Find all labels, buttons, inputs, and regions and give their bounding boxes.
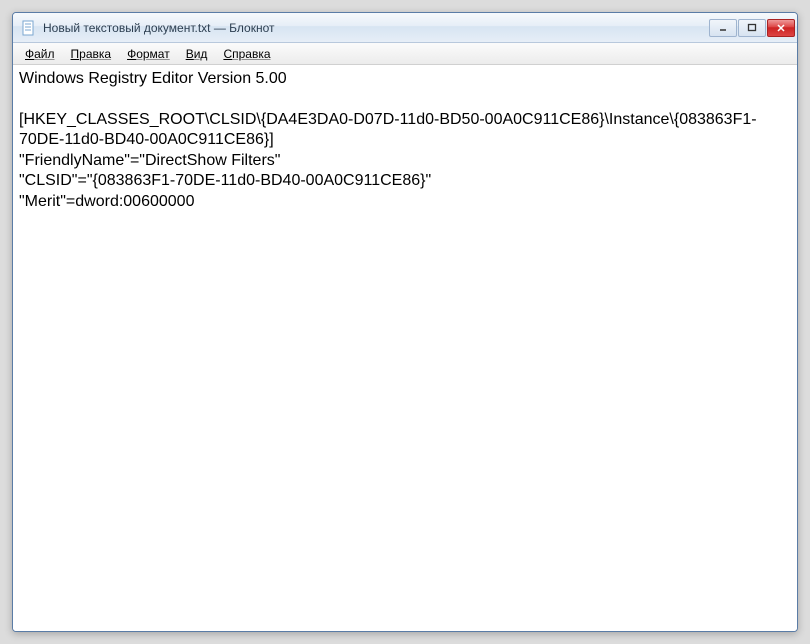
menubar: Файл Правка Формат Вид Справка (13, 43, 797, 65)
close-button[interactable] (767, 19, 795, 37)
window-title: Новый текстовый документ.txt — Блокнот (43, 21, 709, 35)
window-controls (709, 19, 795, 37)
menu-format[interactable]: Формат (119, 45, 178, 63)
maximize-button[interactable] (738, 19, 766, 37)
menu-help[interactable]: Справка (215, 45, 278, 63)
menu-edit[interactable]: Правка (63, 45, 120, 63)
notepad-icon (21, 20, 37, 36)
menu-file[interactable]: Файл (17, 45, 63, 63)
text-editor-area[interactable]: Windows Registry Editor Version 5.00 [HK… (13, 65, 797, 631)
titlebar[interactable]: Новый текстовый документ.txt — Блокнот (13, 13, 797, 43)
menu-view[interactable]: Вид (178, 45, 216, 63)
app-window: Новый текстовый документ.txt — Блокнот Ф… (12, 12, 798, 632)
minimize-button[interactable] (709, 19, 737, 37)
